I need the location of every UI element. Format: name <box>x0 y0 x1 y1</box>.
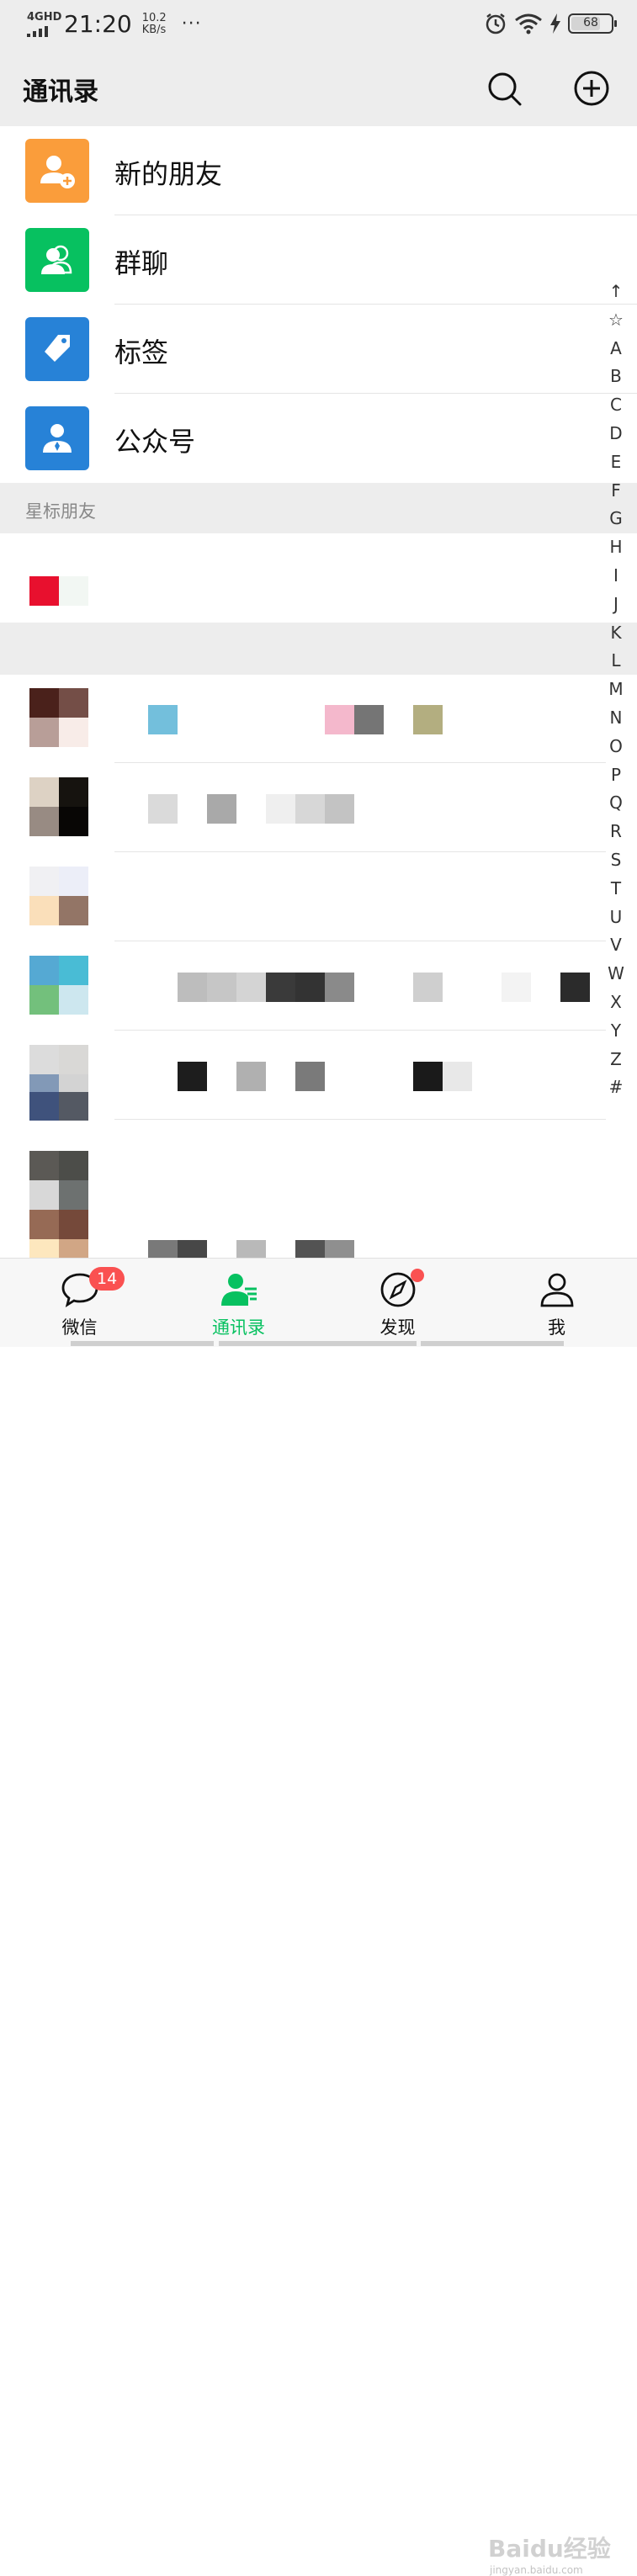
charging-icon <box>550 13 560 34</box>
status-bar: 4GHD 21:20 10.2 KB/s ··· 68 <box>0 0 637 50</box>
index-letter[interactable]: W <box>603 960 629 989</box>
divider <box>114 1030 606 1031</box>
speed-unit: KB/s <box>141 23 167 36</box>
official-accounts-item[interactable]: 公众号 <box>0 394 637 483</box>
avatar <box>29 956 88 1015</box>
index-letter[interactable]: Z <box>603 1046 629 1074</box>
index-letter[interactable]: R <box>603 818 629 846</box>
index-letter[interactable]: U <box>603 904 629 932</box>
contact-row[interactable] <box>0 1031 606 1120</box>
contact-row[interactable] <box>0 853 606 941</box>
index-letter[interactable]: Q <box>603 789 629 818</box>
nav-indicator <box>421 1341 564 1346</box>
tab-label: 发现 <box>380 1317 416 1338</box>
person-icon <box>540 1273 573 1307</box>
avatar <box>29 1151 88 1210</box>
watermark: Baidu经验 <box>488 2535 611 2563</box>
divider <box>114 851 606 852</box>
index-letter[interactable]: M <box>603 676 629 704</box>
tags-item[interactable]: 标签 <box>0 305 637 394</box>
index-letter[interactable]: I <box>603 562 629 591</box>
index-letter[interactable]: O <box>603 733 629 761</box>
avatar <box>29 547 88 606</box>
tab-label: 我 <box>548 1317 565 1338</box>
group-chat-icon <box>25 228 89 292</box>
index-letter[interactable]: # <box>603 1073 629 1102</box>
page-title: 通讯录 <box>23 77 98 107</box>
signal-icon <box>27 25 48 37</box>
contact-row[interactable] <box>0 942 606 1031</box>
network-speed: 10.2 KB/s <box>141 11 167 36</box>
index-letter[interactable]: A <box>603 335 629 363</box>
network-type: 4GHD <box>27 10 62 24</box>
alphabet-index-bar[interactable]: ↑ ☆ A B C D E F G H I J K L M N O P Q R S T U V W X Y Z # <box>603 278 629 1102</box>
index-letter[interactable]: B <box>603 363 629 391</box>
index-letter[interactable]: D <box>603 420 629 448</box>
index-letter[interactable]: K <box>603 619 629 648</box>
battery-level: 68 <box>583 16 598 29</box>
tab-contacts[interactable]: 通讯录 <box>159 1259 318 1347</box>
network-indicator: 4GHD <box>25 11 61 38</box>
plus-circle-icon[interactable] <box>572 69 611 108</box>
tab-chats[interactable]: 14 微信 <box>0 1259 159 1347</box>
new-friends-item[interactable]: 新的朋友 <box>0 126 637 215</box>
bottom-tab-bar: 14 微信 通讯录 发现 我 Baidu经验 jingyan.baidu.com <box>0 1258 637 2576</box>
contact-row[interactable] <box>0 764 606 852</box>
watermark-url: jingyan.baidu.com <box>490 2564 583 2576</box>
divider <box>114 1119 606 1120</box>
index-letter[interactable]: H <box>603 533 629 562</box>
index-letter[interactable]: E <box>603 448 629 477</box>
section-label: 星标朋友 <box>25 501 96 522</box>
wifi-icon <box>515 13 542 34</box>
index-letter[interactable]: N <box>603 704 629 733</box>
speed-value: 10.2 <box>141 11 167 24</box>
section-header-starred: 星标朋友 <box>0 483 637 533</box>
alarm-icon <box>486 13 506 34</box>
contacts-icon <box>220 1274 257 1306</box>
index-letter[interactable]: S <box>603 846 629 875</box>
search-icon[interactable] <box>485 69 523 108</box>
index-letter[interactable]: ☆ <box>603 306 629 335</box>
contact-row[interactable] <box>0 1210 606 1269</box>
index-letter[interactable]: L <box>603 647 629 676</box>
top-bar: 通讯录 <box>0 50 637 126</box>
index-letter[interactable]: ↑ <box>603 278 629 306</box>
index-letter[interactable]: P <box>603 761 629 790</box>
index-letter[interactable]: Y <box>603 1017 629 1046</box>
avatar <box>29 688 88 747</box>
tag-icon <box>25 317 89 381</box>
tags-label: 标签 <box>114 337 169 368</box>
battery-icon: 68 <box>568 13 617 34</box>
index-letter[interactable]: F <box>603 477 629 506</box>
add-friend-icon <box>25 139 89 203</box>
section-header <box>0 623 637 675</box>
new-friends-label: 新的朋友 <box>114 158 223 190</box>
nav-indicator <box>219 1341 417 1346</box>
clock: 21:20 <box>64 10 132 38</box>
more-notifications-icon: ··· <box>181 13 202 34</box>
group-chats-label: 群聊 <box>114 247 169 279</box>
contact-row[interactable] <box>0 533 606 622</box>
group-chats-item[interactable]: 群聊 <box>0 215 637 305</box>
index-letter[interactable]: V <box>603 931 629 960</box>
nav-indicator <box>71 1341 214 1346</box>
index-letter[interactable]: C <box>603 391 629 420</box>
index-letter[interactable]: T <box>603 875 629 904</box>
avatar <box>29 867 88 925</box>
index-letter[interactable]: G <box>603 505 629 533</box>
index-letter[interactable]: X <box>603 989 629 1017</box>
divider <box>114 762 606 763</box>
official-accounts-label: 公众号 <box>114 426 196 458</box>
contact-row[interactable] <box>0 675 606 763</box>
new-content-dot <box>411 1269 424 1282</box>
tab-me[interactable]: 我 <box>477 1259 636 1347</box>
tab-label: 通讯录 <box>212 1317 265 1338</box>
official-account-icon <box>25 406 89 470</box>
avatar <box>29 777 88 836</box>
unread-badge: 14 <box>89 1267 125 1291</box>
index-letter[interactable]: J <box>603 591 629 619</box>
contact-row[interactable] <box>0 1121 606 1217</box>
tab-label: 微信 <box>61 1317 98 1338</box>
tab-discover[interactable]: 发现 <box>318 1259 477 1347</box>
